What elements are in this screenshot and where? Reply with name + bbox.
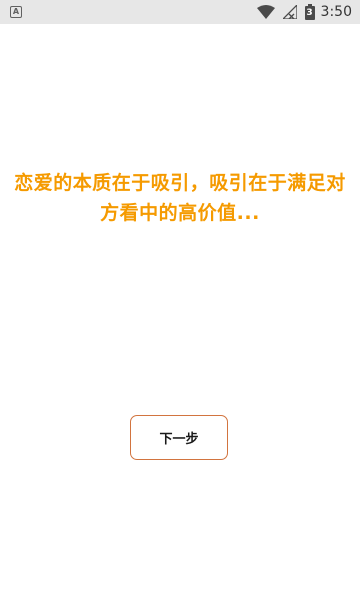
status-icons: 3 3:50 <box>256 0 352 24</box>
wifi-icon <box>256 5 275 19</box>
status-time: 3:50 <box>320 4 352 20</box>
notification-icon: A <box>10 6 22 18</box>
battery-icon: 3 <box>304 4 315 20</box>
screen: A 3 3:50 恋爱的本质在于吸引，吸引在于满足对方看中的高价值... 下一步 <box>0 0 360 600</box>
no-signal-icon <box>282 5 297 19</box>
next-button[interactable]: 下一步 <box>130 415 228 460</box>
intro-headline: 恋爱的本质在于吸引，吸引在于满足对方看中的高价值... <box>14 172 346 224</box>
status-bar: A 3 3:50 <box>0 0 360 24</box>
battery-level: 3 <box>304 6 315 20</box>
